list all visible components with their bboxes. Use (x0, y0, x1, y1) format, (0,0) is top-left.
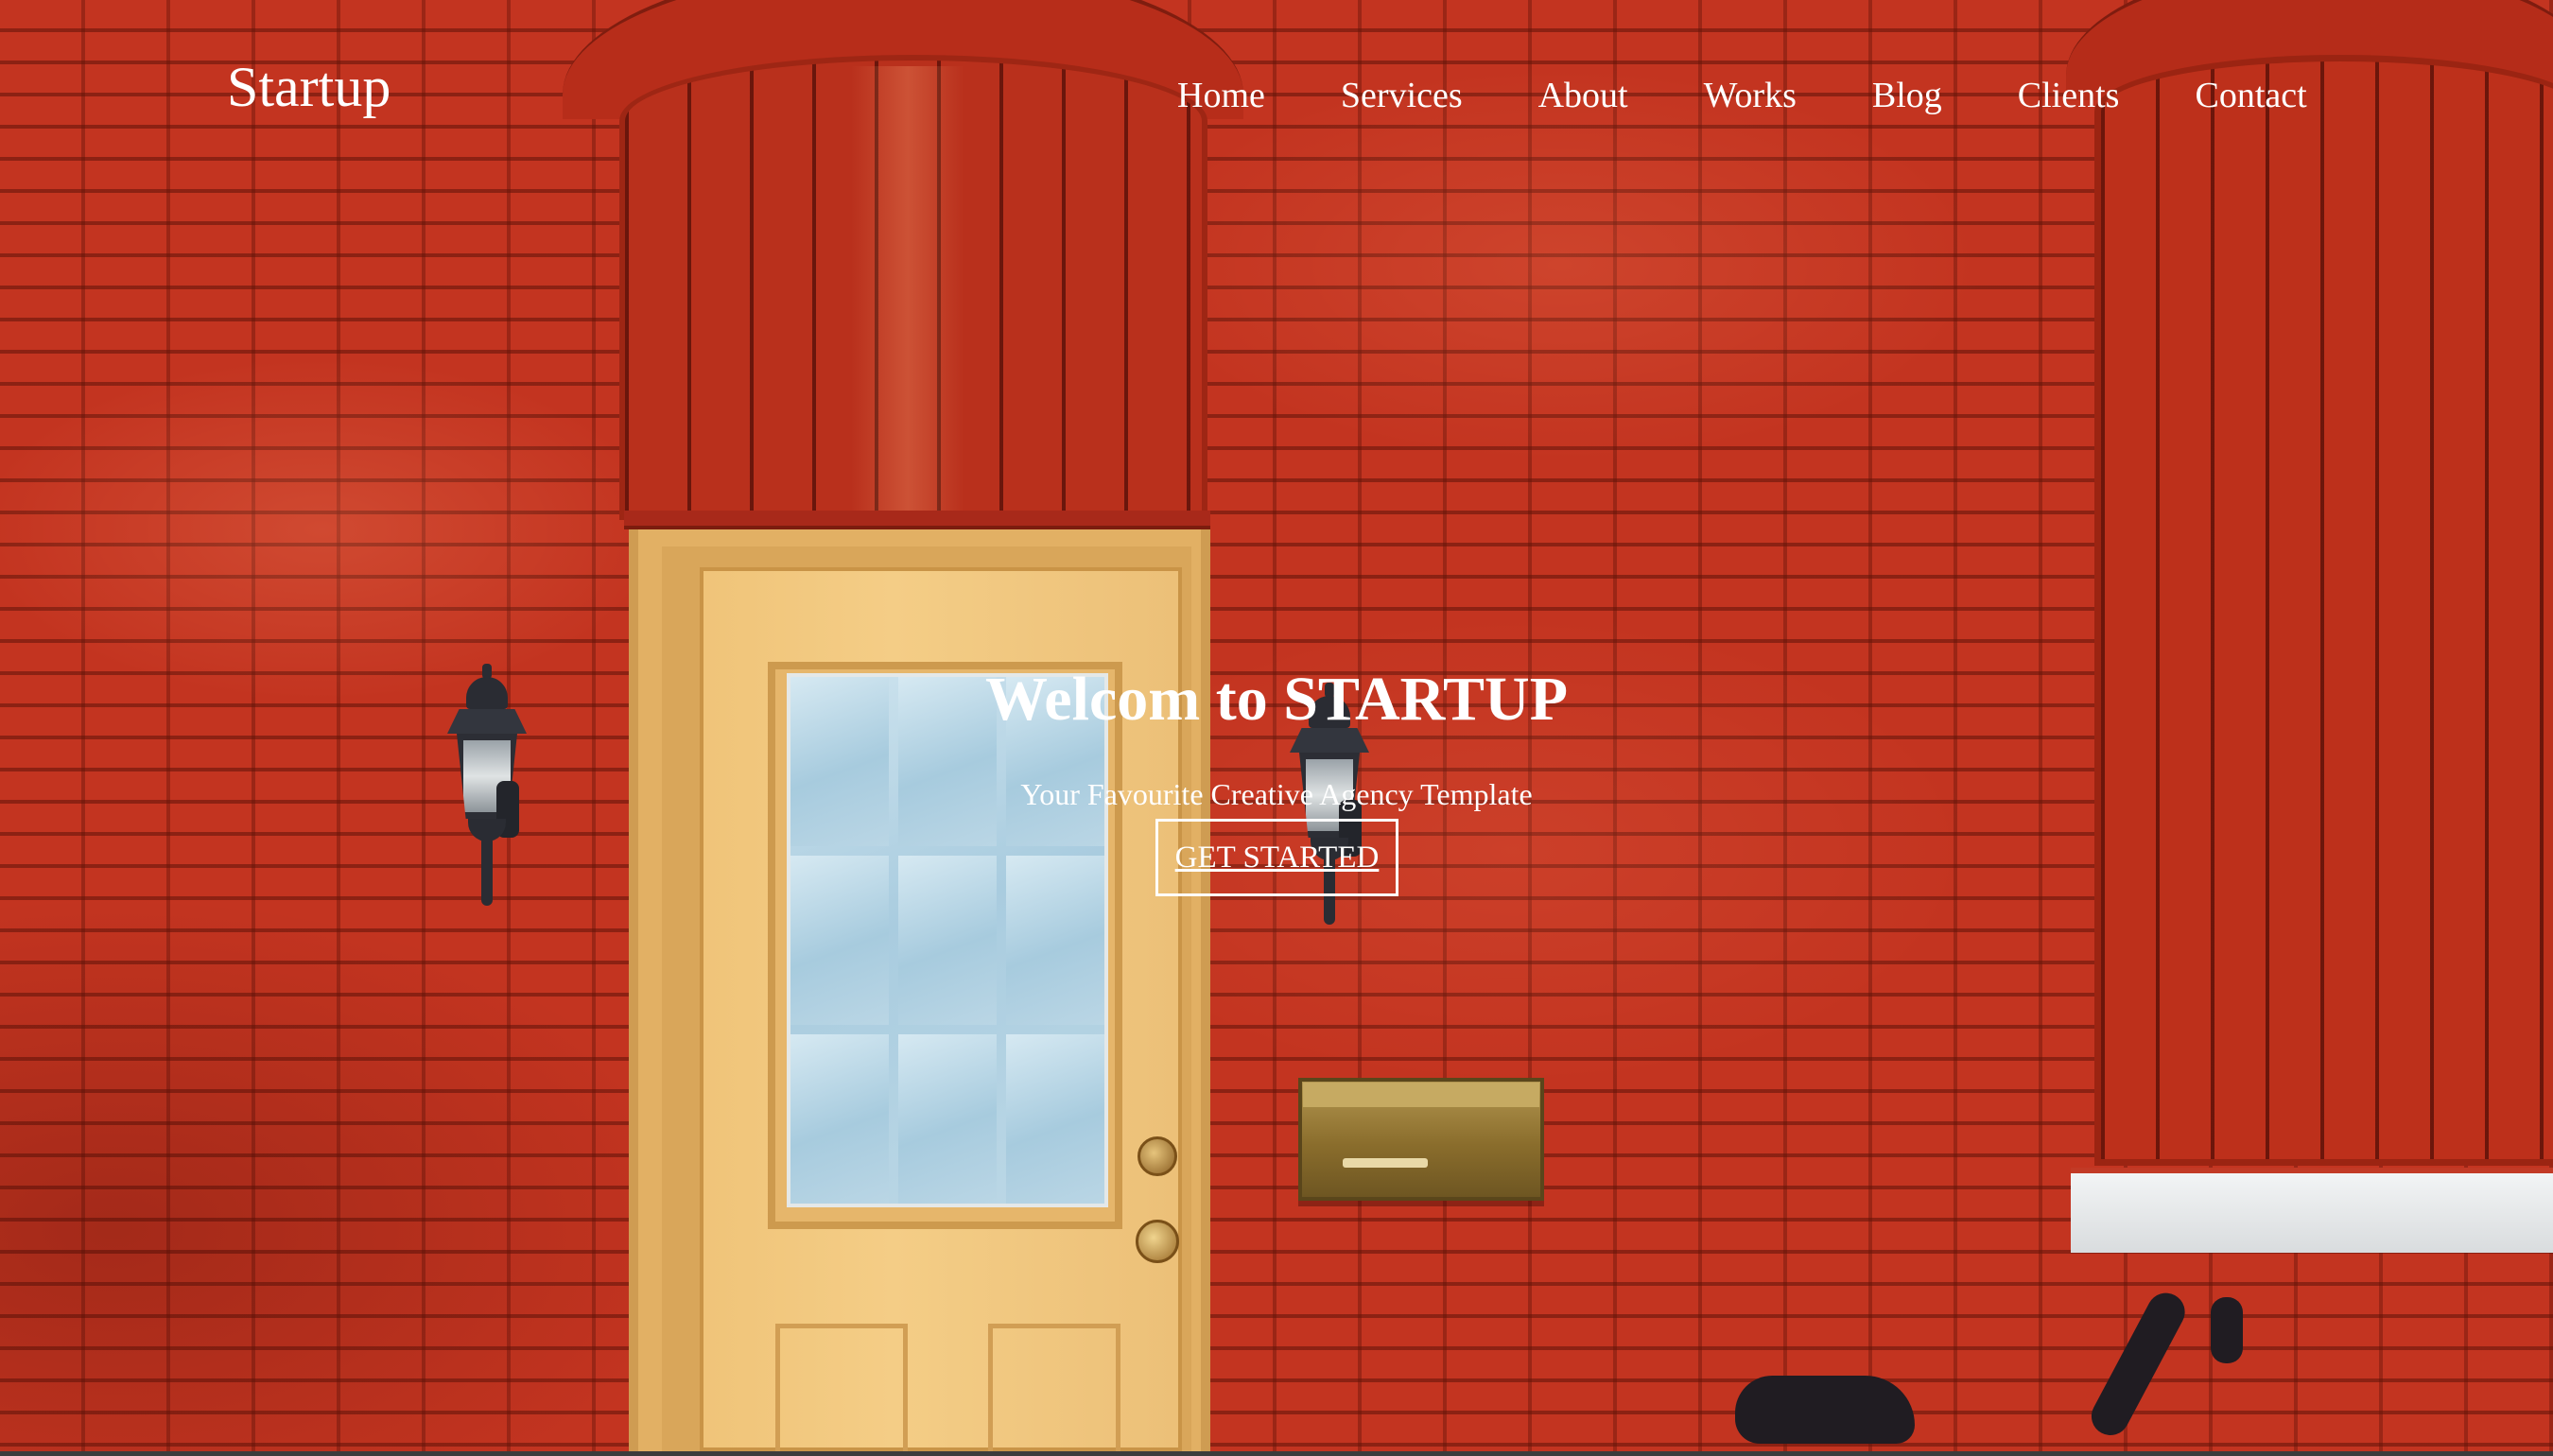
hero-title: Welcom to STARTUP (984, 665, 1569, 734)
right-window-sill (2071, 1168, 2553, 1253)
nav-clients[interactable]: Clients (1980, 72, 2158, 119)
window-pane (790, 856, 889, 1025)
main-nav: Home Services About Works Blog Clients C… (1139, 72, 2345, 119)
nav-about[interactable]: About (1501, 72, 1666, 119)
mailbox-lid (1303, 1083, 1539, 1107)
nav-blog[interactable]: Blog (1834, 72, 1980, 119)
transom-sill (624, 511, 1210, 529)
window-pane (790, 1034, 889, 1204)
site-logo[interactable]: Startup (227, 55, 391, 120)
door-window (787, 673, 1108, 1207)
hero-section: Startup Home Services About Works Blog C… (0, 0, 2553, 1451)
bicycle-handlebar-tip (2211, 1297, 2243, 1363)
nav-works[interactable]: Works (1666, 72, 1834, 119)
right-window-shutter (2094, 55, 2553, 1166)
window-pane (1006, 856, 1104, 1025)
mailbox-slot (1343, 1158, 1428, 1168)
bottom-edge (0, 1451, 2553, 1456)
window-pane (1006, 1034, 1104, 1204)
nav-contact[interactable]: Contact (2157, 72, 2344, 119)
get-started-button[interactable]: GET STARTED (1155, 819, 1398, 896)
door-knob (1138, 1136, 1177, 1176)
hero-subtitle: Your Favourite Creative Agency Template (1020, 777, 1533, 811)
bicycle-seat (1735, 1376, 1915, 1444)
door-lower-panel (775, 1324, 908, 1451)
window-pane (898, 856, 997, 1025)
nav-services[interactable]: Services (1303, 72, 1501, 119)
nav-home[interactable]: Home (1139, 72, 1303, 119)
door-lower-panel (988, 1324, 1120, 1451)
door-lock (1136, 1220, 1179, 1263)
transom-shine (851, 66, 964, 511)
window-pane (898, 1034, 997, 1204)
